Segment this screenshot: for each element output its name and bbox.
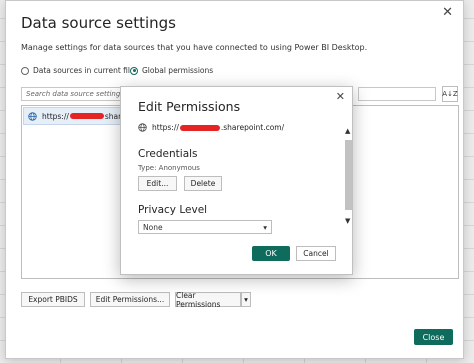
privacy-level-value: None: [143, 222, 163, 232]
radio-current-file-label: Data sources in current file: [33, 66, 135, 75]
edit-permissions-modal: Edit Permissions ✕ https:// .sharepoint.…: [120, 86, 353, 275]
close-icon[interactable]: ✕: [442, 5, 453, 20]
credential-type: Type: Anonymous: [138, 164, 200, 172]
privacy-level-heading: Privacy Level: [138, 204, 208, 216]
scroll-up-icon[interactable]: ▲: [345, 127, 350, 135]
dialog-title: Data source settings: [21, 14, 176, 32]
credentials-heading: Credentials: [138, 148, 198, 160]
dialog-description: Manage settings for data sources that yo…: [21, 43, 368, 52]
radio-current-file[interactable]: Data sources in current file: [21, 66, 135, 75]
chevron-down-icon[interactable]: ▾: [241, 292, 251, 307]
radio-button[interactable]: [21, 66, 29, 75]
redaction-mark: [69, 113, 104, 119]
edit-permissions-button[interactable]: Edit Permissions...: [90, 292, 170, 307]
close-button[interactable]: Close: [414, 329, 453, 345]
privacy-level-select[interactable]: None ▾: [138, 220, 272, 234]
radio-global-permissions[interactable]: Global permissions: [130, 66, 213, 75]
chevron-down-icon: ▾: [263, 222, 267, 232]
export-pbids-button[interactable]: Export PBIDS: [21, 292, 85, 307]
scroll-thumb[interactable]: [345, 140, 352, 210]
ok-button[interactable]: OK: [252, 246, 290, 261]
sort-icon[interactable]: A↓Z: [442, 86, 458, 102]
search-input[interactable]: Search data source settings: [21, 87, 129, 101]
redaction-mark: [179, 124, 220, 131]
search-input-right[interactable]: [358, 87, 436, 101]
scroll-down-icon[interactable]: ▼: [345, 217, 350, 225]
modal-url-suffix: .sharepoint.com/: [220, 123, 285, 132]
globe-icon: [138, 123, 147, 132]
modal-url: https:// .sharepoint.com/: [138, 123, 284, 132]
modal-title: Edit Permissions: [138, 99, 241, 114]
modal-url-prefix: https://: [152, 123, 179, 132]
edit-credentials-button[interactable]: Edit...: [138, 176, 177, 191]
delete-credentials-button[interactable]: Delete: [184, 176, 222, 191]
list-item-url-prefix: https://: [42, 111, 69, 121]
clear-permissions-button[interactable]: Clear Permissions: [175, 291, 241, 309]
globe-icon: [28, 111, 37, 121]
modal-scrollbar[interactable]: ▲ ▼: [344, 127, 353, 227]
close-icon[interactable]: ✕: [336, 90, 345, 103]
cancel-button[interactable]: Cancel: [296, 246, 336, 261]
radio-global-label: Global permissions: [142, 66, 214, 75]
list-item[interactable]: https:// sharep: [23, 107, 133, 125]
radio-button-selected[interactable]: [130, 66, 138, 75]
